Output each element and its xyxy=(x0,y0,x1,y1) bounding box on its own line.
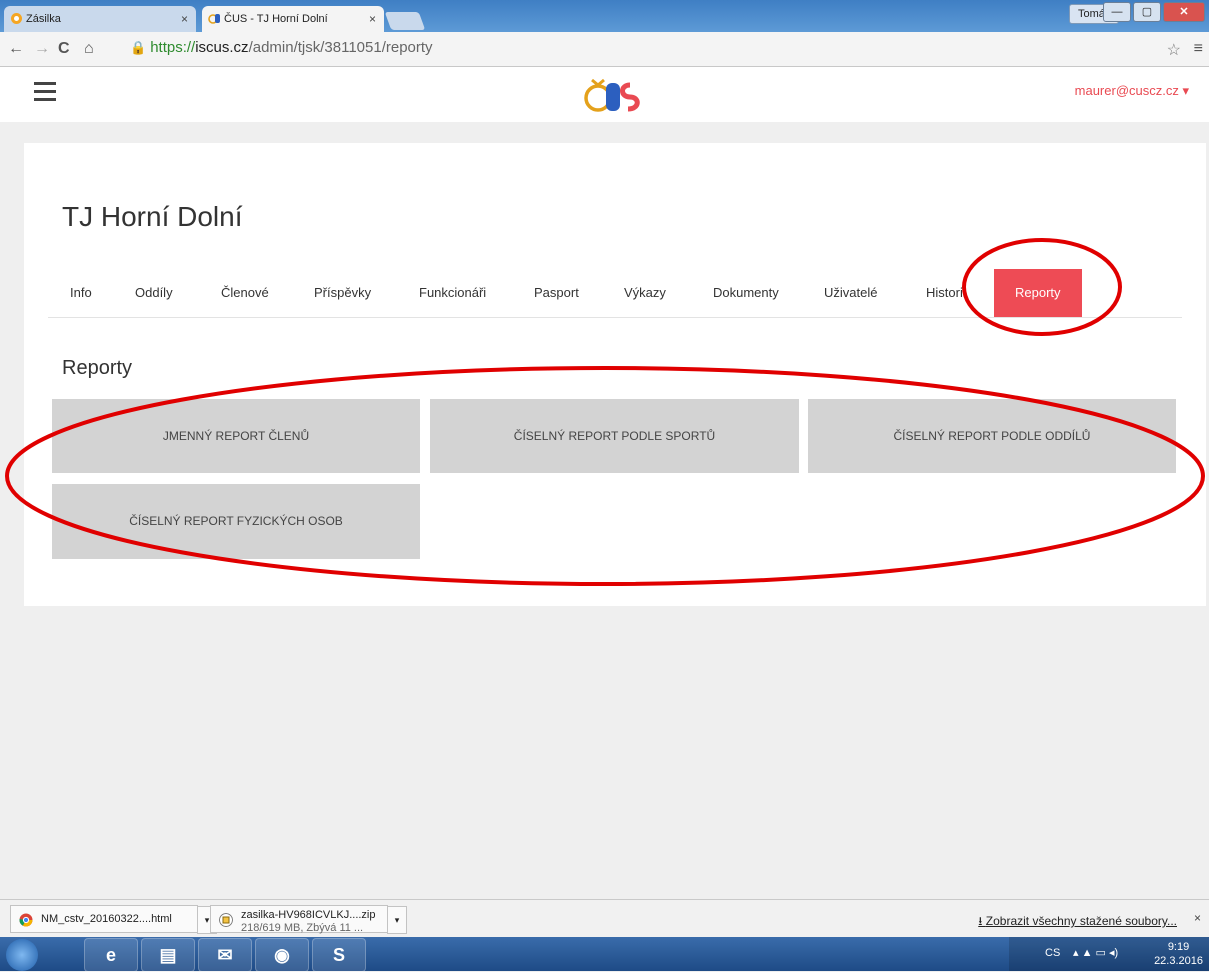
download-name: NM_cstv_20160322....html xyxy=(41,913,172,925)
report-ciselny-fyzicke-osoby-button[interactable]: ČÍSELNÝ REPORT FYZICKÝCH OSOB xyxy=(52,484,420,559)
page-icon xyxy=(11,13,22,24)
download-item-zip[interactable]: zasilka-HV968ICVLKJ....zip 218/619 MB, Z… xyxy=(210,905,407,935)
chevron-down-icon[interactable]: ▾ xyxy=(387,906,407,934)
report-jmenny-clenu-button[interactable]: JMENNÝ REPORT ČLENŮ xyxy=(52,399,420,473)
close-downloads-icon[interactable]: × xyxy=(1194,911,1201,925)
windows-taskbar: e ▤ ✉ ◉ S CS ▴ ▲ ▭ ◂) 9:19 22.3.2016 xyxy=(0,937,1209,972)
download-filename: zasilka-HV968ICVLKJ....zip xyxy=(241,909,376,921)
clock-date: 22.3.2016 xyxy=(1154,955,1203,967)
browser-toolbar: ← → C ⌂ 🔒 https://iscus.cz/admin/tjsk/381… xyxy=(0,32,1209,67)
tab-funkcionari[interactable]: Funkcionáři xyxy=(419,269,486,317)
internet-explorer-icon[interactable]: e xyxy=(84,938,138,972)
tray-icons[interactable]: ▴ ▲ ▭ ◂) xyxy=(1073,946,1118,959)
clock-time: 9:19 xyxy=(1167,941,1190,953)
url-path: /admin/tjsk/3811051/reporty xyxy=(248,39,433,56)
browser-tab-title: ČUS - TJ Horní Dolní xyxy=(224,13,328,25)
clock[interactable]: 9:19 22.3.2016 xyxy=(1154,940,1203,968)
browser-tab-strip: Zásilka × ČUS - TJ Horní Dolní × Tomáš —… xyxy=(0,0,1209,32)
browser-tab-zasilka[interactable]: Zásilka × xyxy=(4,6,196,32)
window-close-button[interactable]: ✕ xyxy=(1163,2,1205,22)
tab-clenove[interactable]: Členové xyxy=(221,269,269,317)
new-tab-button[interactable] xyxy=(384,12,426,30)
url-protocol: https:// xyxy=(150,39,196,56)
reload-icon[interactable]: C xyxy=(58,40,70,58)
tab-dokumenty[interactable]: Dokumenty xyxy=(713,269,779,317)
report-ciselny-oddily-button[interactable]: ČÍSELNÝ REPORT PODLE ODDÍLŮ xyxy=(808,399,1176,473)
tab-vykazy[interactable]: Výkazy xyxy=(624,269,666,317)
show-all-downloads-link[interactable]: ⭳ Zobrazit všechny stažené soubory... xyxy=(978,912,1177,933)
zip-icon xyxy=(219,913,233,927)
skype-icon[interactable]: S xyxy=(312,938,366,972)
cus-logo[interactable] xyxy=(578,77,642,115)
close-tab-icon[interactable]: × xyxy=(369,6,376,32)
tab-uzivatele[interactable]: Uživatelé xyxy=(824,269,877,317)
language-indicator[interactable]: CS xyxy=(1045,947,1060,959)
site-header: maurer@cuscz.cz ▾ xyxy=(0,67,1209,122)
hamburger-menu-icon[interactable] xyxy=(34,82,56,102)
url-host: iscus.cz xyxy=(195,39,249,56)
tab-pasport[interactable]: Pasport xyxy=(534,269,579,317)
forward-arrow-icon[interactable]: → xyxy=(34,40,50,58)
cus-logo-icon xyxy=(208,14,220,24)
url-bar[interactable]: 🔒 https://iscus.cz/admin/tjsk/3811051/rep… xyxy=(130,37,1160,59)
tab-historie[interactable]: Histori xyxy=(926,269,963,317)
show-all-downloads-label: Zobrazit všechny stažené soubory... xyxy=(985,914,1177,928)
tab-info[interactable]: Info xyxy=(70,269,92,317)
minimize-button[interactable]: — xyxy=(1103,2,1131,22)
browser-menu-icon[interactable]: ≡ xyxy=(1194,40,1203,58)
org-tabs: Info Oddíly Členové Příspěvky Funkcionář… xyxy=(48,269,1182,318)
chrome-icon xyxy=(19,913,33,927)
window-controls: — ▢ ✕ xyxy=(1101,2,1205,22)
chrome-taskbar-icon[interactable]: ◉ xyxy=(255,938,309,972)
section-title: Reporty xyxy=(62,357,133,379)
download-bar: NM_cstv_20160322....html ▾ zasilka-HV968… xyxy=(0,899,1209,938)
browser-tab-title: Zásilka xyxy=(26,13,61,25)
page-title: TJ Horní Dolní xyxy=(62,201,243,232)
maximize-button[interactable]: ▢ xyxy=(1133,2,1161,22)
mail-icon[interactable]: ✉ xyxy=(198,938,252,972)
report-ciselny-sporty-button[interactable]: ČÍSELNÝ REPORT PODLE SPORTŮ xyxy=(430,399,799,473)
close-tab-icon[interactable]: × xyxy=(181,6,188,32)
tab-reporty[interactable]: Reporty xyxy=(994,269,1082,317)
download-item-html[interactable]: NM_cstv_20160322....html ▾ xyxy=(10,905,217,934)
file-explorer-icon[interactable]: ▤ xyxy=(141,938,195,972)
system-tray: CS ▴ ▲ ▭ ◂) 9:19 22.3.2016 xyxy=(1009,937,1209,971)
start-button[interactable] xyxy=(6,939,38,971)
browser-tab-cus[interactable]: ČUS - TJ Horní Dolní × xyxy=(202,6,384,32)
user-menu[interactable]: maurer@cuscz.cz ▾ xyxy=(1075,83,1189,99)
home-icon[interactable]: ⌂ xyxy=(84,40,94,58)
back-arrow-icon[interactable]: ← xyxy=(8,40,24,58)
tab-prispevky[interactable]: Příspěvky xyxy=(314,269,371,317)
tab-oddily[interactable]: Oddíly xyxy=(135,269,173,317)
main-card: TJ Horní Dolní Info Oddíly Členové Přísp… xyxy=(24,143,1206,606)
download-status: 218/619 MB, Zbývá 11 ... xyxy=(241,922,364,934)
download-name: zasilka-HV968ICVLKJ....zip 218/619 MB, Z… xyxy=(241,909,376,935)
bookmark-star-icon[interactable]: ☆ xyxy=(1167,40,1181,60)
download-icon: ⭳ xyxy=(978,914,986,928)
lock-icon: 🔒 xyxy=(130,40,147,55)
